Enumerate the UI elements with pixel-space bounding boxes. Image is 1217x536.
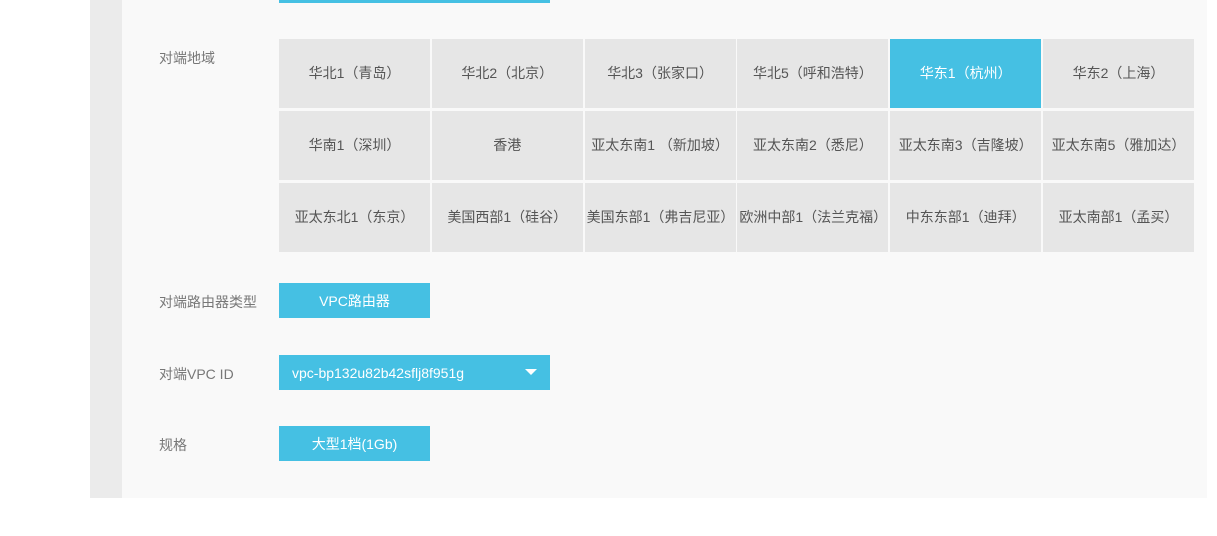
spec-label: 规格	[159, 437, 187, 453]
region-option[interactable]: 华北5（呼和浩特）	[737, 39, 889, 108]
peer-vpc-select-value: vpc-bp132u82b42sflj8f951g	[292, 364, 465, 381]
region-option[interactable]: 亚太东北1（东京）	[279, 183, 430, 252]
region-option[interactable]: 华东1（杭州）	[890, 39, 1042, 108]
region-option[interactable]: 亚太南部1（孟买）	[1042, 183, 1194, 252]
region-option[interactable]: 华北1（青岛）	[279, 39, 430, 108]
peer-region-label: 对端地域	[159, 50, 215, 66]
region-option[interactable]: 香港	[431, 111, 583, 180]
spec-button[interactable]: 大型1档(1Gb)	[279, 426, 430, 461]
region-option[interactable]: 中东东部1（迪拜）	[890, 183, 1042, 252]
region-option[interactable]: 亚太东南2（悉尼）	[737, 111, 889, 180]
peer-vpc-id-label: 对端VPC ID	[159, 366, 234, 382]
region-option[interactable]: 华北2（北京）	[431, 39, 583, 108]
region-option[interactable]: 亚太东南3（吉隆坡）	[890, 111, 1042, 180]
peer-router-type-label: 对端路由器类型	[159, 294, 257, 310]
region-option[interactable]: 美国东部1（弗吉尼亚）	[584, 183, 736, 252]
peer-vpc-select[interactable]: vpc-bp132u82b42sflj8f951g	[279, 355, 550, 390]
region-option[interactable]: 华东2（上海）	[1042, 39, 1194, 108]
region-option[interactable]: 华南1（深圳）	[279, 111, 430, 180]
region-option[interactable]: 亚太东南1 （新加坡）	[584, 111, 736, 180]
region-option[interactable]: 华北3（张家口）	[584, 39, 736, 108]
region-option[interactable]: 欧洲中部1（法兰克福）	[737, 183, 889, 252]
region-option[interactable]: 美国西部1（硅谷）	[431, 183, 583, 252]
previous-control-edge	[279, 0, 550, 3]
router-type-vpc-button[interactable]: VPC路由器	[279, 283, 430, 318]
region-option[interactable]: 亚太东南5（雅加达）	[1042, 111, 1194, 180]
caret-down-icon[interactable]	[525, 369, 537, 375]
region-selector: 华北1（青岛） 华北2（北京） 华北3（张家口） 华北5（呼和浩特） 华东1（杭州） 华东…	[279, 39, 1194, 252]
